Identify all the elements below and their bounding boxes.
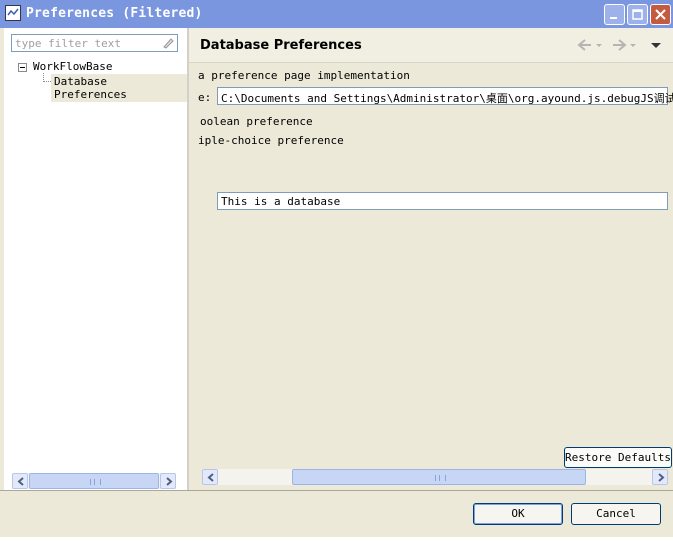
scroll-left-button[interactable] xyxy=(12,473,28,489)
page-header: Database Preferences xyxy=(189,28,673,63)
page-scroll-thumb[interactable] xyxy=(292,469,586,485)
ok-button[interactable]: OK xyxy=(473,503,563,525)
nav-horizontal-scrollbar[interactable] xyxy=(12,473,176,489)
preference-page: Database Preferences a preference page i… xyxy=(189,28,673,490)
arrow-left-icon xyxy=(207,473,214,482)
arrow-right-icon xyxy=(166,477,173,486)
arrow-right-icon xyxy=(658,473,665,482)
scroll-thumb[interactable] xyxy=(29,473,159,489)
tree-collapse-toggle[interactable] xyxy=(18,63,27,72)
path-input[interactable]: C:\Documents and Settings\Administrator\… xyxy=(217,87,673,105)
window-title: Preferences (Filtered) xyxy=(26,6,203,21)
page-horizontal-scrollbar[interactable] xyxy=(202,469,668,485)
forward-icon[interactable] xyxy=(611,38,637,52)
boolean-preference-checkbox[interactable]: oolean preference xyxy=(200,115,313,128)
menu-dropdown-icon[interactable] xyxy=(650,38,662,52)
title-bar[interactable]: Preferences (Filtered) xyxy=(0,0,673,28)
close-button[interactable] xyxy=(650,4,671,25)
filter-placeholder: type filter text xyxy=(15,37,121,50)
close-icon xyxy=(655,9,666,20)
preferences-window: Preferences (Filtered) type filter text … xyxy=(0,0,673,541)
tree-item-workflowbase[interactable]: WorkFlowBase xyxy=(33,60,112,73)
window-app-icon xyxy=(5,5,21,21)
database-text-value: This is a database xyxy=(221,195,341,208)
page-scroll-left-button[interactable] xyxy=(202,469,218,485)
tree-item-database-preferences[interactable]: Database Preferences xyxy=(51,74,187,102)
bottom-edge xyxy=(0,537,673,541)
arrow-left-icon xyxy=(17,477,24,486)
page-scroll-right-button[interactable] xyxy=(652,469,668,485)
maximize-button[interactable] xyxy=(627,4,648,25)
back-icon[interactable] xyxy=(577,38,603,52)
clear-filter-icon[interactable] xyxy=(161,36,175,50)
page-title: Database Preferences xyxy=(200,38,362,53)
cancel-button[interactable]: Cancel xyxy=(571,503,661,525)
navigation-pane: type filter text WorkFlowBase Database P… xyxy=(4,28,188,490)
filter-input[interactable]: type filter text xyxy=(11,34,178,52)
minimize-icon xyxy=(610,17,617,19)
database-text-input[interactable]: This is a database xyxy=(217,192,668,210)
path-label: e: xyxy=(198,91,212,104)
maximize-icon xyxy=(632,9,643,20)
minimize-button[interactable] xyxy=(604,4,625,25)
page-description: a preference page implementation xyxy=(198,69,410,82)
footer-divider xyxy=(0,490,673,491)
scroll-right-button[interactable] xyxy=(160,473,176,489)
path-value: C:\Documents and Settings\Administrator\… xyxy=(221,92,673,105)
multiple-choice-label: iple-choice preference xyxy=(198,134,344,147)
restore-defaults-button[interactable]: Restore Defaults xyxy=(564,447,672,468)
